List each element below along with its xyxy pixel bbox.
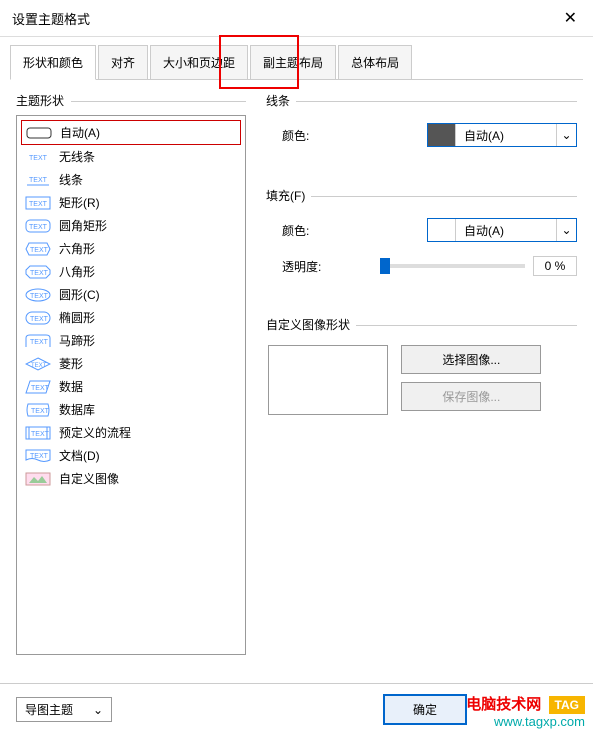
shape-horseshoe-icon: TEXT <box>25 334 51 348</box>
fill-group-label: 填充(F) <box>266 187 577 204</box>
tab-align[interactable]: 对齐 <box>98 45 148 79</box>
shape-item-horseshoe[interactable]: TEXT 马蹄形 <box>21 329 241 352</box>
line-group-label: 线条 <box>266 92 577 109</box>
topic-select[interactable]: 导图主题 ⌄ <box>16 697 112 722</box>
fill-color-label: 颜色: <box>282 222 332 239</box>
shape-item-diamond[interactable]: TEXT 菱形 <box>21 352 241 375</box>
shape-item-hexagon[interactable]: TEXT 六角形 <box>21 237 241 260</box>
left-column: 主题形状 自动(A) TEXT 无线条 TEXT 线条 TEXT 矩形(R) T… <box>16 92 246 655</box>
svg-text:TEXT: TEXT <box>30 270 49 277</box>
watermark-tag: TAG <box>549 696 585 714</box>
right-column: 线条 颜色: 自动(A) ⌄ 填充(F) 颜色: 自动(A) ⌄ 透明度: 0 … <box>266 92 577 655</box>
shape-item-custom-image[interactable]: 自定义图像 <box>21 467 241 490</box>
svg-text:TEXT: TEXT <box>29 155 48 162</box>
shape-item-noline[interactable]: TEXT 无线条 <box>21 145 241 168</box>
opacity-value[interactable]: 0 % <box>533 256 577 276</box>
custom-image-area: 选择图像... 保存图像... <box>266 339 577 419</box>
fill-color-select[interactable]: 自动(A) ⌄ <box>427 218 577 242</box>
image-buttons: 选择图像... 保存图像... <box>401 345 541 419</box>
line-color-text: 自动(A) <box>456 124 556 146</box>
tab-shape-color[interactable]: 形状和颜色 <box>10 45 96 80</box>
shape-image-icon <box>25 472 51 486</box>
tab-bar: 形状和颜色 对齐 大小和页边距 副主题布局 总体布局 <box>10 45 583 80</box>
custom-image-group-label: 自定义图像形状 <box>266 316 577 333</box>
chevron-down-icon: ⌄ <box>93 703 103 717</box>
shape-database-icon: TEXT <box>25 403 51 417</box>
watermark-text: 电脑技术网 <box>466 696 541 713</box>
fill-color-row: 颜色: 自动(A) ⌄ <box>282 218 577 242</box>
shape-item-line[interactable]: TEXT 线条 <box>21 168 241 191</box>
shape-item-rect[interactable]: TEXT 矩形(R) <box>21 191 241 214</box>
shape-item-database[interactable]: TEXT 数据库 <box>21 398 241 421</box>
svg-text:TEXT: TEXT <box>30 453 49 460</box>
shape-item-circle[interactable]: TEXT 圆形(C) <box>21 283 241 306</box>
shape-document-icon: TEXT <box>25 449 51 463</box>
save-image-button: 保存图像... <box>401 382 541 411</box>
content-area: 主题形状 自动(A) TEXT 无线条 TEXT 线条 TEXT 矩形(R) T… <box>0 80 593 667</box>
shape-group-label: 主题形状 <box>16 92 246 109</box>
select-image-button[interactable]: 选择图像... <box>401 345 541 374</box>
shape-item-data[interactable]: TEXT 数据 <box>21 375 241 398</box>
svg-text:TEXT: TEXT <box>31 385 50 392</box>
tab-overall-layout[interactable]: 总体布局 <box>338 45 412 79</box>
shape-data-icon: TEXT <box>25 380 51 394</box>
shape-item-auto[interactable]: 自动(A) <box>21 120 241 145</box>
shape-noline-icon: TEXT <box>25 150 51 164</box>
shape-diamond-icon: TEXT <box>25 357 51 371</box>
svg-text:TEXT: TEXT <box>30 316 49 323</box>
image-preview <box>268 345 388 415</box>
shape-rect-icon: TEXT <box>25 196 51 210</box>
svg-text:TEXT: TEXT <box>29 224 48 231</box>
close-icon[interactable]: ✕ <box>560 8 581 28</box>
svg-text:TEXT: TEXT <box>29 177 48 184</box>
chevron-down-icon[interactable]: ⌄ <box>556 219 576 241</box>
svg-text:TEXT: TEXT <box>29 201 48 208</box>
line-color-swatch <box>428 124 456 146</box>
shape-item-document[interactable]: TEXT 文档(D) <box>21 444 241 467</box>
shape-item-predefined[interactable]: TEXT 预定义的流程 <box>21 421 241 444</box>
shape-auto-icon <box>26 126 52 140</box>
ok-button[interactable]: 确定 <box>383 694 467 725</box>
line-color-row: 颜色: 自动(A) ⌄ <box>282 123 577 147</box>
slider-thumb[interactable] <box>380 258 390 274</box>
shape-ellipse-icon: TEXT <box>25 311 51 325</box>
watermark: 电脑技术网 TAG www.tagxp.com <box>466 693 585 729</box>
tab-sub-layout[interactable]: 副主题布局 <box>250 45 336 79</box>
svg-text:TEXT: TEXT <box>30 293 49 300</box>
shape-circle-icon: TEXT <box>25 288 51 302</box>
shape-predefined-icon: TEXT <box>25 426 51 440</box>
opacity-row: 透明度: 0 % <box>282 256 577 276</box>
svg-text:TEXT: TEXT <box>31 431 50 438</box>
svg-text:TEXT: TEXT <box>31 408 50 415</box>
shape-octagon-icon: TEXT <box>25 265 51 279</box>
shape-item-octagon[interactable]: TEXT 八角形 <box>21 260 241 283</box>
watermark-url: www.tagxp.com <box>466 714 585 729</box>
shape-roundrect-icon: TEXT <box>25 219 51 233</box>
title-bar: 设置主题格式 ✕ <box>0 0 593 37</box>
chevron-down-icon[interactable]: ⌄ <box>556 124 576 146</box>
shape-item-ellipse[interactable]: TEXT 椭圆形 <box>21 306 241 329</box>
svg-text:TEXT: TEXT <box>31 363 47 369</box>
fill-color-text: 自动(A) <box>456 219 556 241</box>
shape-hexagon-icon: TEXT <box>25 242 51 256</box>
svg-text:TEXT: TEXT <box>30 247 49 254</box>
tab-size-margin[interactable]: 大小和页边距 <box>150 45 248 79</box>
dialog-title: 设置主题格式 <box>12 9 90 28</box>
shape-line-icon: TEXT <box>25 173 51 187</box>
shape-item-roundrect[interactable]: TEXT 圆角矩形 <box>21 214 241 237</box>
opacity-label: 透明度: <box>282 258 332 275</box>
fill-color-swatch <box>428 219 456 241</box>
shape-list[interactable]: 自动(A) TEXT 无线条 TEXT 线条 TEXT 矩形(R) TEXT 圆… <box>16 115 246 655</box>
line-color-select[interactable]: 自动(A) ⌄ <box>427 123 577 147</box>
opacity-slider[interactable] <box>380 264 525 268</box>
line-color-label: 颜色: <box>282 127 332 144</box>
svg-text:TEXT: TEXT <box>30 339 49 346</box>
